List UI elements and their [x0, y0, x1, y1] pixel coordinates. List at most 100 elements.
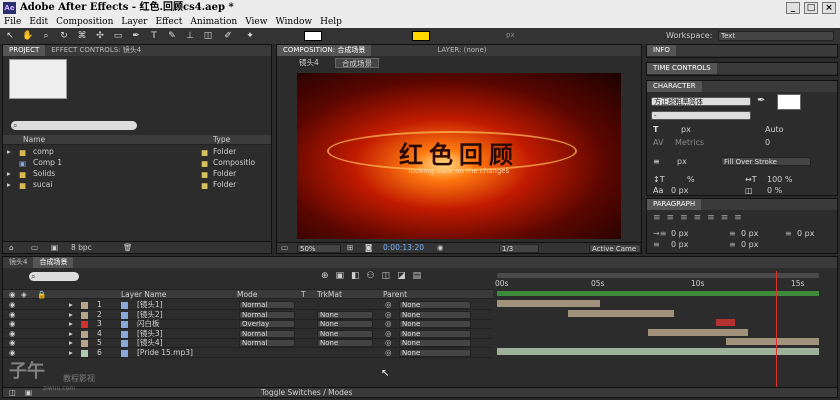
- parent-select[interactable]: None: [399, 329, 471, 338]
- delete-icon[interactable]: 🗑: [123, 243, 133, 253]
- tab-effect-controls[interactable]: EFFECT CONTROLS: 镜头4: [45, 45, 147, 56]
- project-item[interactable]: ▸ ■ sucai ■ Folder: [3, 180, 271, 190]
- label-color-swatch[interactable]: [81, 302, 88, 309]
- label-color-swatch[interactable]: [81, 340, 88, 348]
- current-time-indicator[interactable]: [775, 271, 777, 397]
- time-ruler[interactable]: 00s 05s 10s 15s: [493, 271, 823, 301]
- disclosure-triangle-icon[interactable]: ▸: [69, 348, 73, 358]
- indent-first-line-value[interactable]: 0 px: [741, 229, 758, 238]
- disclosure-triangle-icon[interactable]: ▸: [69, 329, 73, 339]
- trkmat-select[interactable]: None: [317, 320, 373, 329]
- timeline-search-input[interactable]: [29, 272, 79, 281]
- project-item[interactable]: ▸ ■ comp ■ Folder: [3, 147, 271, 157]
- project-item[interactable]: ▸ ■ Solids ■ Folder: [3, 169, 271, 179]
- clone-stamp-tool-icon[interactable]: ⊥: [184, 30, 196, 42]
- close-button[interactable]: ×: [822, 2, 836, 14]
- mode-select[interactable]: Normal: [239, 329, 295, 338]
- mode-select[interactable]: Normal: [239, 310, 295, 319]
- font-family-select[interactable]: 方正超粗黑简体: [651, 97, 751, 106]
- pickwhip-icon[interactable]: ◎: [385, 310, 392, 320]
- column-parent[interactable]: Parent: [383, 290, 407, 300]
- time-navigator[interactable]: [497, 273, 819, 278]
- layer-name[interactable]: [镜头1]: [137, 300, 163, 310]
- layer-row[interactable]: ◉ ▸ 1 [镜头1] Normal ◎ None: [3, 300, 493, 310]
- resolution-select[interactable]: 1/3: [499, 244, 539, 253]
- eye-icon[interactable]: ◉: [9, 338, 16, 348]
- text-tool-icon[interactable]: T: [148, 30, 160, 42]
- disclosure-triangle-icon[interactable]: ▸: [69, 338, 73, 348]
- disclosure-triangle-icon[interactable]: ▸: [7, 180, 11, 190]
- pickwhip-icon[interactable]: ◎: [385, 338, 392, 348]
- tab-composition[interactable]: COMPOSITION: 合成场景: [277, 45, 372, 56]
- menu-help[interactable]: Help: [316, 16, 346, 28]
- new-folder-icon[interactable]: ▭: [31, 243, 38, 253]
- vertical-scale-value[interactable]: %: [687, 175, 695, 184]
- tab-info[interactable]: INFO: [647, 45, 676, 56]
- layer-row[interactable]: ◉ ▸ 5 [镜头4] Normal None ◎ None: [3, 338, 493, 349]
- tab-paragraph[interactable]: PARAGRAPH: [647, 199, 702, 210]
- disclosure-triangle-icon[interactable]: ▸: [69, 319, 73, 329]
- column-name[interactable]: Name: [23, 135, 45, 145]
- breadcrumb-item[interactable]: 镜头4: [299, 58, 319, 68]
- eyedropper-icon[interactable]: ✒: [757, 95, 765, 106]
- fill-color-swatch[interactable]: [777, 94, 801, 110]
- font-style-select[interactable]: -: [651, 111, 751, 120]
- trkmat-select[interactable]: None: [317, 329, 373, 338]
- layer-name[interactable]: [Pride 15.mp3]: [137, 348, 193, 358]
- alignment-buttons[interactable]: ≡≡≡≡≡≡≡: [653, 213, 748, 223]
- pickwhip-icon[interactable]: ◎: [385, 348, 392, 358]
- parent-select[interactable]: None: [399, 310, 471, 319]
- breadcrumb-item[interactable]: 合成场景: [335, 58, 379, 68]
- tab-character[interactable]: CHARACTER: [647, 81, 702, 92]
- space-before-value[interactable]: 0 px: [671, 240, 688, 249]
- tab-time-controls[interactable]: TIME CONTROLS: [647, 63, 717, 74]
- maximize-button[interactable]: □: [804, 2, 818, 14]
- pickwhip-icon[interactable]: ◎: [385, 300, 392, 310]
- current-timecode[interactable]: 0:00:13:20: [383, 243, 424, 253]
- layer-duration-bar[interactable]: [497, 300, 601, 307]
- pickwhip-icon[interactable]: ◎: [385, 329, 392, 339]
- work-area-bar[interactable]: [497, 291, 819, 296]
- stroke-width-value[interactable]: px: [677, 157, 687, 166]
- indent-right-value[interactable]: 0 px: [797, 229, 814, 238]
- project-bpc[interactable]: 8 bpc: [71, 243, 92, 253]
- pen-tool-icon[interactable]: ✒: [130, 30, 142, 42]
- rotate-tool-icon[interactable]: ↻: [58, 30, 70, 42]
- interpret-footage-icon[interactable]: ⌂: [9, 243, 14, 253]
- trkmat-select[interactable]: None: [317, 339, 373, 348]
- column-t[interactable]: T: [301, 290, 306, 300]
- label-color-swatch[interactable]: [81, 321, 88, 329]
- layer-duration-bar[interactable]: [497, 348, 819, 355]
- layer-duration-bar[interactable]: [567, 309, 675, 317]
- layer-duration-bar[interactable]: [715, 319, 736, 327]
- leading-value[interactable]: Auto: [765, 125, 784, 134]
- eye-icon[interactable]: ◉: [9, 319, 16, 329]
- modes-icon[interactable]: ▣: [25, 388, 32, 398]
- disclosure-triangle-icon[interactable]: ▸: [7, 169, 11, 179]
- column-type[interactable]: Type: [213, 135, 230, 145]
- stroke-width[interactable]: px: [506, 31, 546, 41]
- parent-select[interactable]: None: [399, 339, 471, 348]
- project-search-input[interactable]: [11, 121, 137, 130]
- camera-tool-icon[interactable]: ⌘: [76, 30, 88, 42]
- parent-select[interactable]: None: [399, 349, 471, 357]
- composition-viewer[interactable]: 红色回顾 looking back on the changes: [297, 73, 621, 239]
- menu-composition[interactable]: Composition: [52, 16, 117, 28]
- expand-icon[interactable]: ◫: [9, 388, 16, 398]
- roto-brush-tool-icon[interactable]: ✐: [222, 30, 234, 42]
- font-size-value[interactable]: px: [681, 125, 691, 134]
- label-color-swatch[interactable]: [81, 330, 88, 338]
- grid-icon[interactable]: ⊞: [347, 243, 353, 253]
- new-comp-icon[interactable]: ▣: [51, 243, 58, 253]
- stroke-mode-select[interactable]: Fill Over Stroke: [721, 157, 811, 166]
- eye-icon[interactable]: ◉: [9, 329, 16, 339]
- tab-project[interactable]: PROJECT: [3, 45, 46, 56]
- label-color-swatch[interactable]: [81, 311, 88, 319]
- parent-select[interactable]: None: [399, 301, 471, 309]
- pan-behind-tool-icon[interactable]: ✣: [94, 30, 106, 42]
- timeline-switches-icons[interactable]: ⊕▣◧⚇◫◪▤: [321, 271, 491, 283]
- menu-edit[interactable]: Edit: [25, 16, 52, 28]
- tab-timeline-comp[interactable]: 镜头4: [3, 257, 33, 268]
- menu-effect[interactable]: Effect: [151, 16, 186, 28]
- always-preview-icon[interactable]: ▭: [281, 243, 288, 253]
